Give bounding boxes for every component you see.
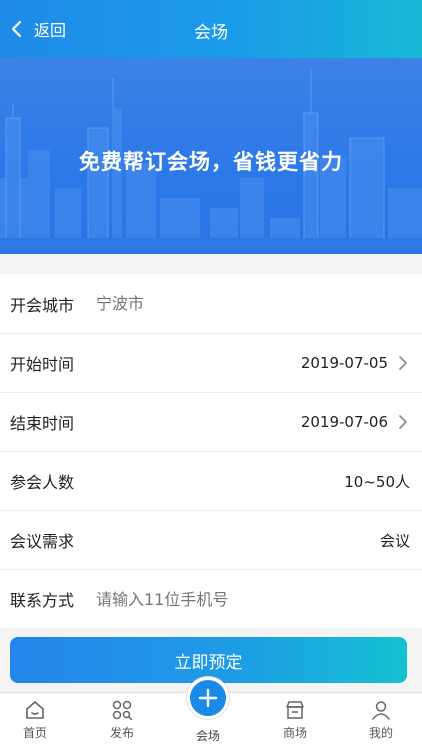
tab-mall[interactable]: 商场 bbox=[265, 699, 325, 741]
tab-mine[interactable]: 我的 bbox=[351, 699, 411, 741]
meeting-need-value: 会议 bbox=[379, 531, 410, 550]
top-nav-bar: 返回 会场 bbox=[0, 0, 422, 58]
home-icon bbox=[26, 701, 44, 719]
page-title: 会场 bbox=[194, 23, 228, 43]
attendees-label: 参会人数 bbox=[10, 473, 75, 492]
chevron-right-icon bbox=[399, 356, 407, 370]
tab-venue-label: 会场 bbox=[195, 729, 220, 743]
tab-publish-label: 发布 bbox=[109, 726, 134, 740]
promo-banner: 免费帮订会场，省钱更省力 bbox=[0, 58, 422, 254]
end-time-label: 结束时间 bbox=[10, 414, 75, 433]
tab-mall-label: 商场 bbox=[282, 726, 307, 740]
tab-mine-label: 我的 bbox=[368, 726, 393, 740]
plus-icon bbox=[198, 688, 218, 708]
meeting-need-label: 会议需求 bbox=[10, 532, 75, 551]
attendees-value: 10~50人 bbox=[344, 472, 410, 491]
user-icon bbox=[372, 701, 390, 720]
banner-slogan: 免费帮订会场，省钱更省力 bbox=[79, 150, 343, 174]
start-time-value: 2019-07-05 bbox=[300, 354, 388, 372]
tab-publish[interactable]: 发布 bbox=[92, 699, 152, 741]
phone-input[interactable] bbox=[96, 589, 410, 609]
tab-venue-plus-button[interactable] bbox=[187, 677, 229, 719]
end-time-row[interactable]: 结束时间 2019-07-06 bbox=[0, 392, 422, 451]
end-time-value: 2019-07-06 bbox=[300, 413, 388, 431]
meeting-need-row[interactable]: 会议需求 会议 bbox=[0, 510, 422, 569]
start-time-label: 开始时间 bbox=[10, 355, 75, 374]
booking-form: 开会城市 开始时间 2019-07-05 结束时间 2019-07-06 参会人… bbox=[0, 274, 422, 628]
contact-label: 联系方式 bbox=[10, 591, 75, 610]
tab-home-label: 首页 bbox=[22, 726, 47, 740]
store-icon bbox=[286, 701, 304, 719]
chevron-right-icon bbox=[399, 415, 407, 429]
city-label: 开会城市 bbox=[10, 295, 75, 315]
city-input[interactable] bbox=[96, 294, 410, 313]
city-row[interactable]: 开会城市 bbox=[0, 274, 422, 333]
publish-icon bbox=[112, 700, 133, 721]
start-time-row[interactable]: 开始时间 2019-07-05 bbox=[0, 333, 422, 392]
tab-home[interactable]: 首页 bbox=[5, 699, 65, 741]
attendees-row[interactable]: 参会人数 10~50人 bbox=[0, 451, 422, 510]
contact-row[interactable]: 联系方式 bbox=[0, 569, 422, 628]
